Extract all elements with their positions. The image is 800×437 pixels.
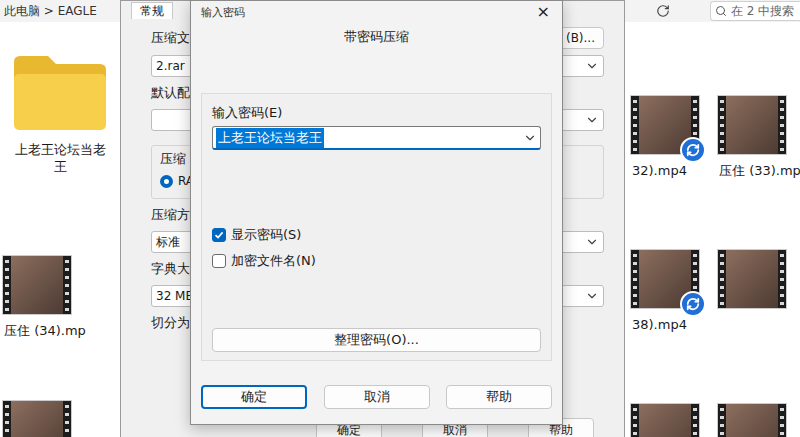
video-thumbnail (717, 249, 787, 309)
dropdown-icon (585, 289, 599, 303)
video-thumbnail (2, 255, 72, 315)
video-thumbnail (717, 95, 787, 155)
field-label: 默认配 (151, 84, 190, 102)
item-label: 压住 (34).mp (0, 323, 86, 340)
dialog-button[interactable]: 确定 (201, 385, 307, 409)
title-bar: 输入密码 × (191, 1, 562, 23)
file-grid: 32).mp4 压住 (33).mp4 38).mp4 (625, 22, 800, 437)
sync-badge (680, 291, 706, 317)
tab[interactable]: 常规 (131, 2, 173, 19)
search-icon (715, 5, 727, 17)
screen: 此电脑 > EAGLE 在 2 中搜索上老王论坛当老王压住 (34).mp 32).… (0, 0, 800, 437)
field-label: 切分为 (151, 314, 190, 332)
item-label: 压住 (33).mp4 (715, 163, 800, 180)
manage-passwords-button[interactable]: 整理密码(O)... (212, 328, 541, 352)
video-thumbnail (630, 95, 700, 155)
dialog-heading: 带密码压缩 (191, 23, 562, 93)
dialog-button[interactable]: 取消 (324, 385, 430, 409)
video-thumbnail (630, 403, 700, 437)
video-thumbnail (717, 403, 787, 437)
search-box[interactable]: 在 2 中搜索 (710, 1, 800, 21)
dropdown-icon (585, 59, 599, 73)
video-item[interactable]: 压住 (33).mp4 (715, 95, 800, 249)
file-column: 上老王论坛当老王压住 (34).mp (0, 22, 120, 437)
field-label: 压缩方 (151, 206, 190, 224)
video-item[interactable]: 32).mp4 (628, 95, 710, 249)
folder-item[interactable]: 上老王论坛当老王 (0, 52, 120, 255)
browse-button[interactable]: (B)... (557, 27, 604, 49)
video-item[interactable]: 38).mp4 (628, 249, 710, 403)
field-label: 压缩文 (151, 29, 190, 47)
video-thumbnail (2, 400, 72, 437)
refresh-icon[interactable] (656, 4, 670, 18)
dropdown-icon (523, 131, 537, 145)
radio-dot[interactable] (160, 175, 173, 188)
sync-icon (686, 297, 700, 311)
video-thumbnail (630, 249, 700, 309)
password-dialog: 输入密码 × 带密码压缩输入密码(E) 上老王论坛当老王显示密码(S) 加密文件名(N)… (190, 0, 563, 425)
checkbox-row[interactable]: 显示密码(S) (212, 226, 541, 244)
checkbox[interactable] (212, 228, 226, 242)
password-panel: 输入密码(E) 上老王论坛当老王显示密码(S) 加密文件名(N) 整理密码(O)... (201, 93, 552, 361)
dialog-title: 输入密码 (201, 5, 245, 20)
folder-icon (10, 52, 110, 134)
check-icon (214, 230, 224, 240)
video-item[interactable] (715, 403, 800, 437)
sync-badge (680, 137, 706, 163)
video-item[interactable] (628, 403, 710, 437)
item-label: 上老王论坛当老王 (10, 142, 110, 176)
item-label: 32).mp4 (628, 163, 687, 180)
video-item[interactable]: 压住 (34).mp (0, 255, 120, 400)
close-button[interactable]: × (533, 4, 554, 20)
breadcrumb[interactable]: 此电脑 > EAGLE (4, 3, 97, 20)
field-label: 字典大 (151, 260, 190, 278)
sync-icon (686, 143, 700, 157)
video-item[interactable] (0, 400, 120, 437)
dropdown-icon (585, 113, 599, 127)
checkbox-row[interactable]: 加密文件名(N) (212, 252, 541, 270)
password-value: 上老王论坛当老王 (216, 128, 324, 148)
dialog-button[interactable]: 帮助 (446, 385, 552, 409)
checkbox[interactable] (212, 254, 226, 268)
item-label: 38).mp4 (628, 317, 687, 334)
password-input[interactable]: 上老王论坛当老王 (212, 126, 541, 150)
password-label: 输入密码(E) (212, 104, 541, 122)
video-item[interactable] (715, 249, 800, 403)
dropdown-icon (585, 235, 599, 249)
